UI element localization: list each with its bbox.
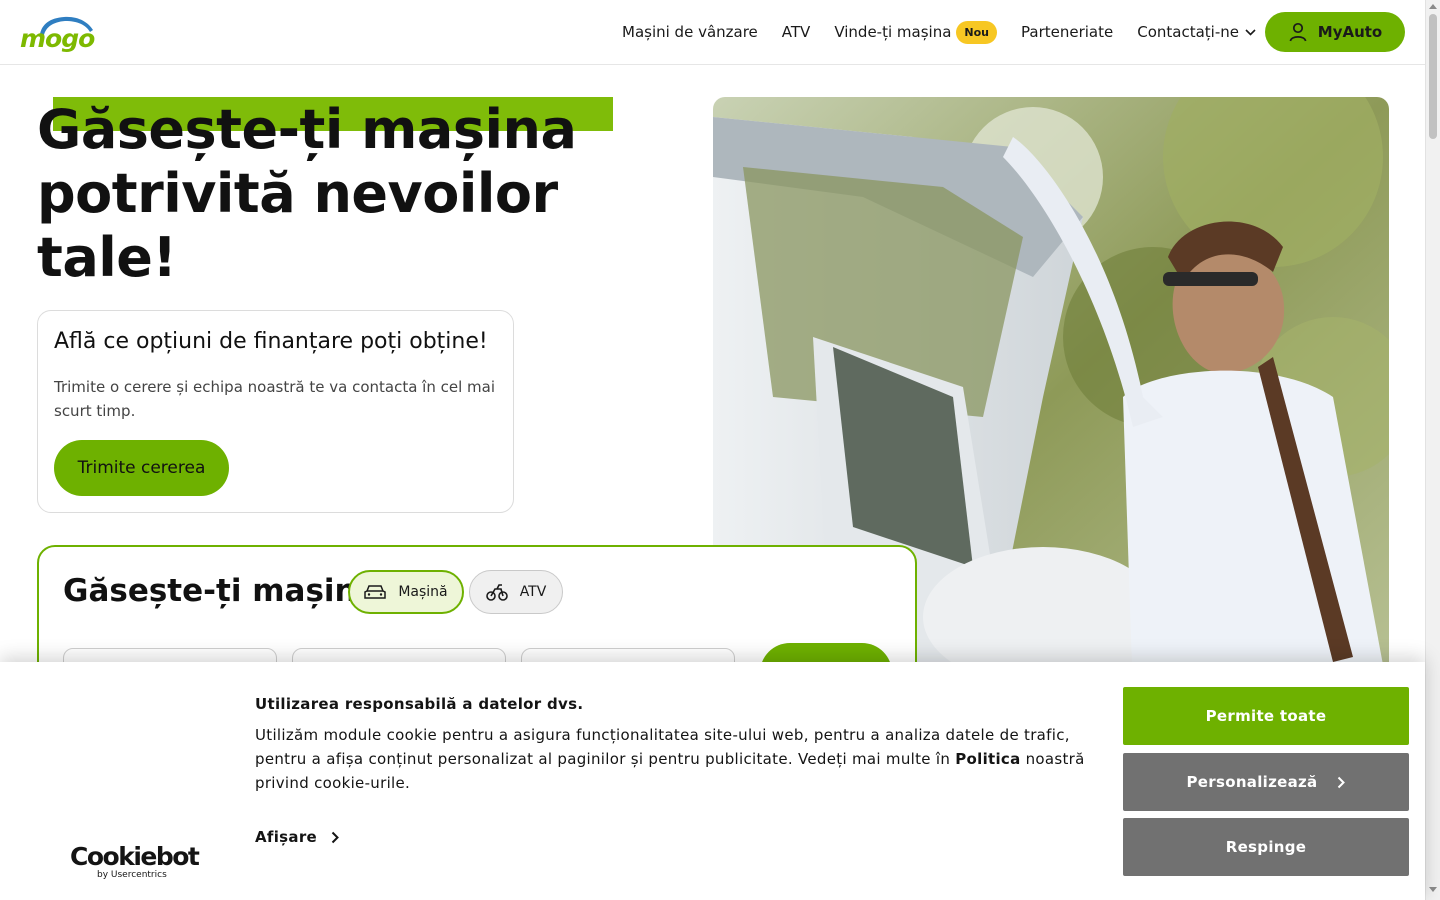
cookie-text-part: Utilizăm module cookie pentru a asigura … — [255, 726, 1070, 768]
allow-all-button[interactable]: Permite toate — [1123, 687, 1409, 745]
chevron-right-icon — [1338, 776, 1346, 788]
show-details-label: Afișare — [255, 828, 317, 846]
scroll-down-arrow[interactable] — [1429, 887, 1437, 892]
scroll-thumb[interactable] — [1429, 14, 1437, 139]
customize-button[interactable]: Personalizează — [1123, 753, 1409, 811]
nav-item-partnerships[interactable]: Parteneriate — [1021, 23, 1113, 41]
myauto-label: MyAuto — [1317, 23, 1383, 41]
nav-item-atv[interactable]: ATV — [782, 23, 811, 41]
tab-car-label: Mașină — [398, 584, 448, 600]
cookie-title: Utilizarea responsabilă a datelor dvs. — [255, 695, 584, 713]
tab-car[interactable]: Mașină — [348, 570, 464, 614]
financing-title: Află ce opțiuni de finanțare poți obține… — [54, 329, 488, 354]
cookie-text: Utilizăm module cookie pentru a asigura … — [255, 723, 1100, 795]
nav-item-label: ATV — [781, 23, 811, 41]
customize-label: Personalizează — [1186, 773, 1318, 791]
show-details-link[interactable]: Afișare — [255, 828, 339, 846]
send-request-button[interactable]: Trimite cererea — [54, 440, 229, 496]
nav-item-label: Contactați-ne — [1137, 23, 1239, 41]
nav-item-label: Mașini de vânzare — [622, 23, 758, 41]
financing-text: Trimite o cerere și echipa noastră te va… — [54, 378, 495, 420]
nav-item-sell-car[interactable]: Vinde-ți mașina Nou — [834, 20, 998, 44]
cookiebot-wordmark: Cookiebot — [70, 842, 200, 871]
hero-title: Găsește-ți mașina potrivită nevoilor tal… — [37, 98, 577, 289]
deny-label: Respinge — [1225, 838, 1307, 856]
atv-icon — [485, 584, 508, 601]
new-badge: Nou — [956, 20, 998, 44]
cookie-policy-link[interactable]: Politica — [955, 750, 1020, 768]
chevron-down-icon — [1245, 28, 1256, 36]
tab-atv[interactable]: ATV — [469, 570, 563, 614]
logo-text: mogo — [20, 24, 95, 53]
myauto-button[interactable]: MyAuto — [1265, 12, 1405, 52]
page-scrollbar[interactable] — [1425, 0, 1440, 900]
deny-button[interactable]: Respinge — [1123, 818, 1409, 876]
allow-all-label: Permite toate — [1205, 707, 1327, 725]
search-title: Găsește-ți mașina — [63, 573, 378, 609]
nav-item-label: Vinde-ți mașina — [834, 23, 952, 41]
site-header: mogo Mașini de vânzare ATV Vinde-ți mași… — [0, 0, 1425, 65]
tab-atv-label: ATV — [519, 584, 547, 600]
cookiebot-subtitle: by Usercentrics — [97, 870, 167, 880]
user-icon — [1289, 22, 1307, 42]
nav-item-contact[interactable]: Contactați-ne — [1137, 23, 1256, 41]
mogo-logo[interactable]: mogo — [20, 14, 96, 53]
nav-item-cars-for-sale[interactable]: Mașini de vânzare — [622, 23, 758, 41]
chevron-right-icon — [331, 831, 339, 843]
car-icon — [364, 585, 387, 599]
financing-card: Află ce opțiuni de finanțare poți obține… — [37, 310, 514, 513]
main-nav: Mașini de vânzare ATV Vinde-ți mașina No… — [622, 0, 1280, 64]
cookie-banner: Cookiebot by Usercentrics Utilizarea res… — [0, 662, 1425, 900]
scroll-up-arrow[interactable] — [1429, 4, 1437, 9]
cookiebot-logo: Cookiebot by Usercentrics — [70, 842, 200, 881]
nav-item-label: Parteneriate — [1021, 23, 1114, 41]
